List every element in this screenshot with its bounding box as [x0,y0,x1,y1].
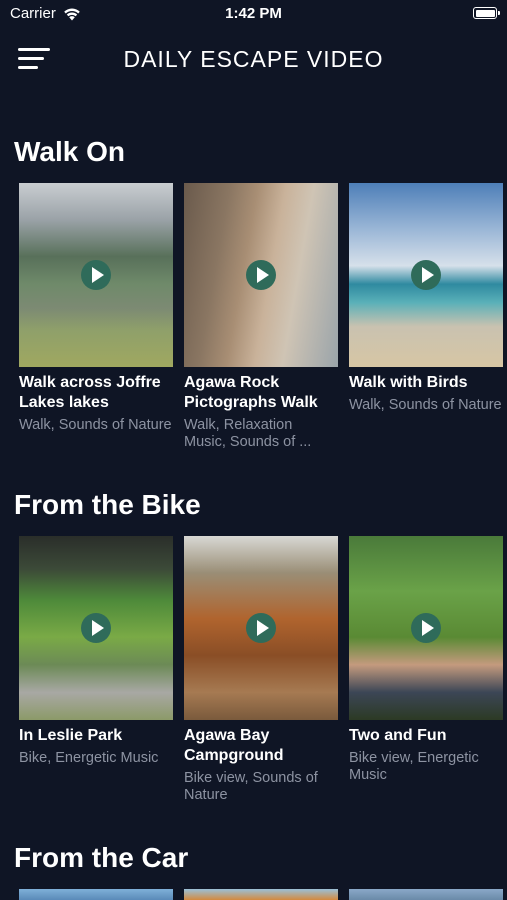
video-thumbnail[interactable] [19,889,173,900]
section-title-from-the-bike: From the Bike [14,489,201,520]
video-title: Walk across Joffre Lakes lakes [19,374,161,411]
video-tags: Walk, Sounds of Nature [19,417,172,433]
video-tags: Bike view, Sounds of Nature [184,770,318,803]
play-icon[interactable] [246,613,276,643]
video-card-walk-with-birds[interactable]: Walk with Birds Walk, Sounds of Nature [349,183,503,414]
video-card-agawa-rock[interactable]: Agawa Rock Pictographs Walk Walk, Relaxa… [184,183,338,451]
video-title: In Leslie Park [19,727,123,744]
play-icon[interactable] [411,260,441,290]
video-title: Agawa Bay Campground [184,727,284,764]
video-tags: Walk, Relaxation Music, Sounds of ... [184,417,312,450]
video-card-two-and-fun[interactable]: Two and Fun Bike view, Energetic Music [349,536,503,784]
play-icon[interactable] [81,260,111,290]
video-thumbnail[interactable] [349,183,503,367]
nav-header: DAILY ESCAPE VIDEO [0,38,507,82]
video-title: Two and Fun [349,727,447,744]
play-icon[interactable] [411,613,441,643]
play-icon[interactable] [246,260,276,290]
section-title-walk-on: Walk On [14,136,125,167]
status-bar: Carrier 1:42 PM [0,0,507,28]
app-title: DAILY ESCAPE VIDEO [123,46,384,72]
video-title: Agawa Rock Pictographs Walk [184,374,318,411]
video-title: Walk with Birds [349,374,468,391]
video-card-leslie-park[interactable]: In Leslie Park Bike, Energetic Music [19,536,173,767]
section-title-from-the-car: From the Car [14,842,189,873]
battery-icon [473,7,500,19]
video-card-agawa-bay-campground[interactable]: Agawa Bay Campground Bike view, Sounds o… [184,536,338,804]
video-tags: Bike, Energetic Music [19,750,159,766]
video-thumbnail[interactable] [184,183,338,367]
video-thumbnail[interactable] [349,889,503,900]
video-thumbnail[interactable] [184,889,338,900]
video-thumbnail[interactable] [19,183,173,367]
play-icon[interactable] [81,613,111,643]
video-tags: Walk, Sounds of Nature [349,397,502,413]
clock: 1:42 PM [225,5,282,22]
video-card-joffre-lakes[interactable]: Walk across Joffre Lakes lakes Walk, Sou… [19,183,173,434]
video-thumbnail[interactable] [19,536,173,720]
video-tags: Bike view, Energetic Music [349,750,479,783]
video-thumbnail[interactable] [184,536,338,720]
video-thumbnail[interactable] [349,536,503,720]
